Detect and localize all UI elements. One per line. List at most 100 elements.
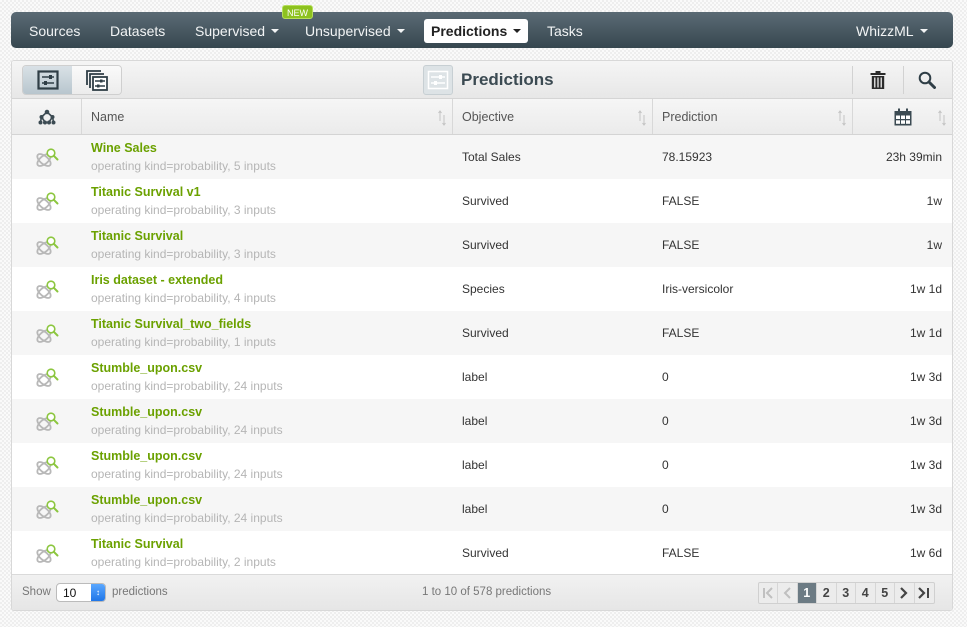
prediction-cell: 0 bbox=[662, 414, 669, 428]
age-cell: 1w 6d bbox=[909, 546, 942, 560]
page-button-3[interactable]: 3 bbox=[837, 583, 856, 603]
chevron-down-icon bbox=[919, 29, 928, 34]
prediction-icon bbox=[12, 277, 82, 301]
nav-supervised[interactable]: Supervised bbox=[195, 19, 280, 43]
nav-datasets[interactable]: Datasets bbox=[110, 19, 165, 43]
table-row[interactable]: Iris dataset - extended operating kind=pr… bbox=[12, 267, 952, 311]
results-count: 1 to 10 of 578 predictions bbox=[422, 586, 552, 598]
nav-predictions[interactable]: Predictions bbox=[424, 19, 529, 43]
sort-icon bbox=[938, 110, 946, 126]
search-icon bbox=[918, 71, 936, 89]
prediction-orbit-icon bbox=[36, 500, 59, 519]
table-row[interactable]: Titanic Survival operating kind=probabili… bbox=[12, 223, 952, 267]
prediction-orbit-icon bbox=[36, 148, 59, 167]
prediction-name-link[interactable]: Stumble_upon.csv bbox=[91, 492, 453, 508]
toolbar-divider bbox=[852, 66, 853, 94]
prediction-orbit-icon bbox=[36, 280, 59, 299]
prediction-name-link[interactable]: Stumble_upon.csv bbox=[91, 360, 453, 376]
table-row[interactable]: Stumble_upon.csv operating kind=probabili… bbox=[12, 443, 952, 487]
prediction-name-link[interactable]: Iris dataset - extended bbox=[91, 272, 453, 288]
last-page-icon bbox=[918, 587, 930, 599]
age-cell: 1w 3d bbox=[909, 370, 942, 384]
model-tree-icon bbox=[38, 109, 55, 124]
prediction-description: operating kind=probability, 5 inputs bbox=[91, 158, 276, 173]
panel-toolbar: Predictions bbox=[12, 61, 952, 99]
nav-predictions-label: Predictions bbox=[431, 23, 508, 39]
pagination: 1 2 3 4 5 bbox=[757, 582, 935, 604]
first-page-icon bbox=[762, 587, 773, 599]
column-name[interactable]: Name bbox=[82, 99, 453, 134]
column-type[interactable] bbox=[12, 99, 82, 134]
prediction-name-link[interactable]: Wine Sales bbox=[91, 140, 453, 156]
column-prediction[interactable]: Prediction bbox=[653, 99, 853, 134]
age-cell: 23h 39min bbox=[885, 150, 942, 164]
prediction-description: operating kind=probability, 24 inputs bbox=[91, 422, 283, 437]
nav-tasks-label: Tasks bbox=[547, 23, 583, 39]
page-button-1[interactable]: 1 bbox=[797, 583, 817, 603]
prediction-orbit-icon bbox=[36, 324, 59, 343]
chevron-down-icon bbox=[271, 29, 280, 34]
table-header: Name Objective Prediction bbox=[12, 99, 952, 135]
select-arrows-icon: ↕ bbox=[91, 584, 105, 601]
panel-title-group: Predictions bbox=[423, 64, 554, 96]
prediction-name-link[interactable]: Stumble_upon.csv bbox=[91, 404, 453, 420]
prediction-orbit-icon bbox=[36, 192, 59, 211]
prediction-orbit-icon bbox=[36, 544, 59, 563]
nav-whizzml-label: WhizzML bbox=[856, 23, 914, 39]
last-page-button[interactable] bbox=[915, 583, 935, 603]
objective-cell: label bbox=[462, 458, 488, 472]
prediction-icon bbox=[12, 497, 82, 521]
next-page-button[interactable] bbox=[895, 583, 915, 603]
prediction-orbit-icon bbox=[36, 456, 59, 475]
nav-unsupervised[interactable]: Unsupervised bbox=[305, 19, 405, 43]
prediction-icon bbox=[12, 409, 82, 433]
table-row[interactable]: Stumble_upon.csv operating kind=probabili… bbox=[12, 355, 952, 399]
table-row[interactable]: Titanic Survival operating kind=probabili… bbox=[12, 531, 952, 575]
stacked-sliders-icon bbox=[85, 70, 108, 91]
prediction-description: operating kind=probability, 3 inputs bbox=[91, 246, 276, 261]
prediction-name-link[interactable]: Stumble_upon.csv bbox=[91, 448, 453, 464]
age-cell: 1w 3d bbox=[909, 502, 942, 516]
objective-cell: label bbox=[462, 502, 488, 516]
single-view-button[interactable] bbox=[23, 66, 72, 94]
prediction-name-link[interactable]: Titanic Survival v1 bbox=[91, 184, 453, 200]
chevron-right-icon bbox=[900, 587, 908, 599]
prediction-cell: Iris-versicolor bbox=[662, 282, 734, 296]
table-row[interactable]: Wine Sales operating kind=probability, 5 … bbox=[12, 135, 952, 179]
table-row[interactable]: Stumble_upon.csv operating kind=probabili… bbox=[12, 487, 952, 531]
prediction-name-link[interactable]: Titanic Survival_two_fields bbox=[91, 316, 453, 332]
nav-sources-label: Sources bbox=[29, 23, 81, 39]
prediction-name-link[interactable]: Titanic Survival bbox=[91, 536, 453, 552]
column-objective-label: Objective bbox=[462, 109, 515, 124]
multi-view-button[interactable] bbox=[72, 66, 121, 94]
nav-unsupervised-label: Unsupervised bbox=[305, 23, 391, 39]
page-button-2[interactable]: 2 bbox=[817, 583, 837, 603]
nav-tasks[interactable]: Tasks bbox=[547, 19, 583, 43]
table-row[interactable]: Titanic Survival v1 operating kind=probab… bbox=[12, 179, 952, 223]
first-page-button[interactable] bbox=[759, 583, 778, 603]
age-cell: 1w bbox=[926, 194, 942, 208]
age-cell: 1w 1d bbox=[909, 282, 942, 296]
age-cell: 1w 1d bbox=[909, 326, 942, 340]
table-row[interactable]: Stumble_upon.csv operating kind=probabili… bbox=[12, 399, 952, 443]
delete-button[interactable] bbox=[866, 68, 890, 92]
page-button-4[interactable]: 4 bbox=[856, 583, 876, 603]
trash-icon bbox=[870, 71, 886, 89]
nav-sources[interactable]: Sources bbox=[29, 19, 80, 43]
objective-cell: Survived bbox=[462, 194, 509, 208]
prediction-name-link[interactable]: Titanic Survival bbox=[91, 228, 453, 244]
prediction-icon bbox=[12, 233, 82, 257]
column-age[interactable] bbox=[853, 99, 952, 134]
prediction-cell: FALSE bbox=[662, 546, 700, 560]
table-row[interactable]: Titanic Survival_two_fields operating kin… bbox=[12, 311, 952, 355]
sort-icon bbox=[638, 110, 646, 126]
nav-whizzml[interactable]: WhizzML bbox=[856, 19, 928, 43]
column-objective[interactable]: Objective bbox=[453, 99, 653, 134]
search-button[interactable] bbox=[915, 68, 939, 92]
column-prediction-label: Prediction bbox=[662, 109, 718, 124]
prediction-cell: FALSE bbox=[662, 238, 700, 252]
page-size-select[interactable]: 10 ↕ bbox=[56, 583, 106, 602]
prev-page-button[interactable] bbox=[778, 583, 798, 603]
toolbar-divider bbox=[903, 66, 904, 94]
page-button-5[interactable]: 5 bbox=[876, 583, 895, 603]
